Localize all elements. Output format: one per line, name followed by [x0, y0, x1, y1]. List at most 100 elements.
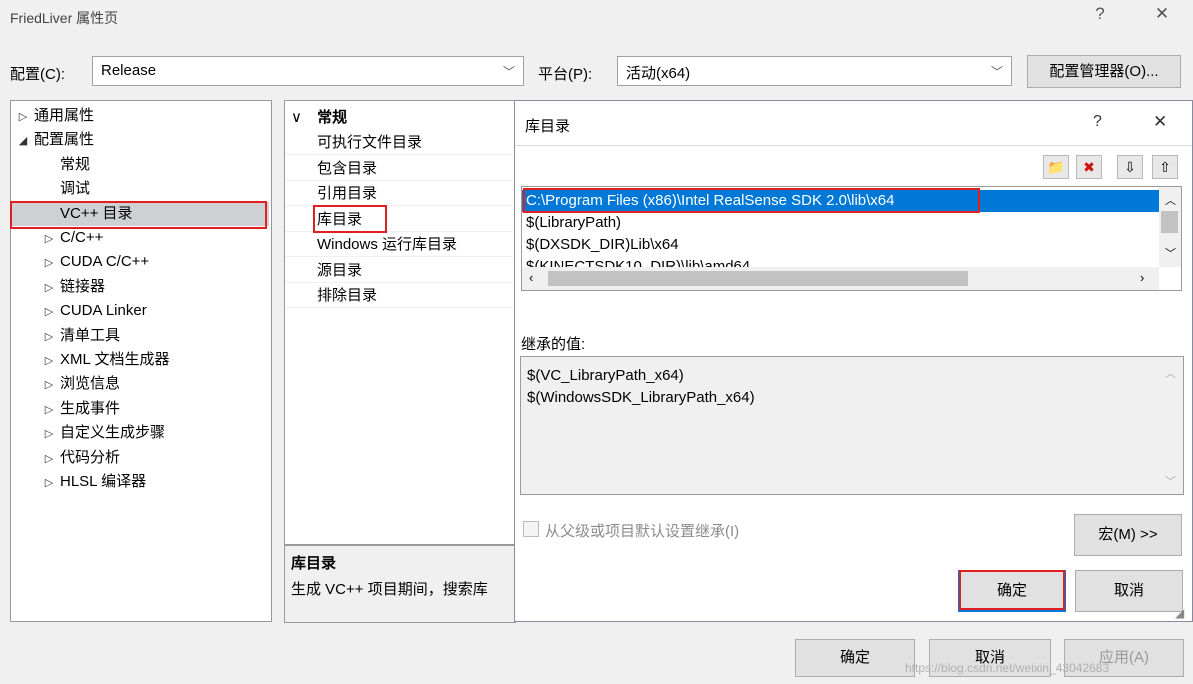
expand-triangle-icon[interactable]: ▷: [41, 373, 57, 397]
prop-item[interactable]: 库目录: [285, 207, 513, 232]
tree-item[interactable]: ◢ 配置属性: [11, 128, 269, 152]
tree-item-label: HLSL 编译器: [60, 473, 147, 490]
expand-triangle-icon[interactable]: ▷: [41, 251, 57, 275]
delete-icon[interactable]: ✖: [1076, 155, 1102, 179]
expand-triangle-icon[interactable]: ◢: [15, 129, 31, 153]
props-panel: ∨ 常规 可执行文件目录 包含目录 引用目录库目录 Windows 运行库目录源目录排…: [284, 100, 516, 545]
expand-triangle-icon[interactable]: ▷: [41, 325, 57, 349]
description-panel: 库目录 生成 VC++ 项目期间，搜索库: [284, 545, 516, 623]
move-down-icon[interactable]: ⇩: [1117, 155, 1143, 179]
expand-triangle-icon[interactable]: ▷: [41, 447, 57, 471]
prop-item[interactable]: 包含目录: [285, 156, 513, 181]
scrollbar-thumb[interactable]: [1161, 211, 1178, 233]
tree-item-label: 自定义生成步骤: [60, 424, 166, 442]
chevron-down-icon: ﹀: [990, 65, 1003, 79]
window-title: FriedLiver 属性页: [10, 10, 119, 26]
dialog-ok-button[interactable]: 确定: [958, 570, 1066, 612]
tree-item-label: CUDA C/C++: [60, 253, 150, 271]
tree-item[interactable]: ▷ 通用属性: [11, 104, 269, 128]
tree-item-label: 配置属性: [34, 131, 95, 149]
tree-item-label: 生成事件: [60, 399, 121, 417]
inherit-checkbox[interactable]: [523, 521, 539, 537]
inherited-value: $(WindowsSDK_LibraryPath_x64): [527, 389, 755, 406]
prop-item-label: Windows 运行库目录: [317, 236, 458, 253]
tree-item[interactable]: ▷ C/C++: [11, 226, 269, 250]
expand-triangle-icon[interactable]: ▷: [15, 105, 31, 129]
inherited-label: 继承的值:: [521, 336, 586, 353]
horizontal-scrollbar[interactable]: ‹ ›: [522, 267, 1159, 290]
dialog-help-button[interactable]: ?: [1093, 113, 1102, 131]
prop-item-label: 库目录: [317, 210, 363, 228]
expand-triangle-icon[interactable]: ▷: [41, 422, 57, 446]
inherit-checkbox-label: 从父级或项目默认设置继承(I): [545, 523, 740, 540]
tree-item-label: C/C++: [60, 229, 104, 246]
help-button[interactable]: ?: [1085, 4, 1115, 24]
tree-item[interactable]: ▷ 清单工具: [11, 324, 269, 348]
tree-item-label: 调试: [60, 180, 91, 198]
expand-triangle-icon[interactable]: ▷: [41, 349, 57, 373]
expand-triangle-icon[interactable]: ▷: [41, 276, 57, 300]
expand-triangle-icon[interactable]: ▷: [41, 398, 57, 422]
tree-item-label: 链接器: [60, 277, 106, 295]
prop-item[interactable]: 可执行文件目录: [285, 130, 513, 155]
prop-item[interactable]: 引用目录: [285, 181, 513, 206]
tree-item-label: 常规: [60, 155, 91, 173]
tree-item[interactable]: VC++ 目录: [11, 201, 269, 226]
macro-button[interactable]: 宏(M) >>: [1074, 514, 1182, 556]
dialog-close-button[interactable]: ✕: [1153, 112, 1167, 132]
chevron-left-icon[interactable]: ‹: [529, 270, 533, 285]
tree-item[interactable]: ▷ XML 文档生成器: [11, 348, 269, 372]
move-up-icon[interactable]: ⇧: [1152, 155, 1178, 179]
description-text: 生成 VC++ 项目期间，搜索库: [291, 581, 488, 598]
tree-item[interactable]: ▷ 生成事件: [11, 397, 269, 421]
tree-item-label: CUDA Linker: [60, 302, 147, 320]
expand-triangle-icon[interactable]: ▷: [41, 471, 57, 495]
lib-dir-list[interactable]: C:\Program Files (x86)\Intel RealSense S…: [521, 186, 1182, 291]
tree-panel: ▷ 通用属性 ◢ 配置属性 常规 调试 VC++ 目录 ▷ C/C++ ▷ CUDA C/C++ ▷ 链…: [10, 100, 272, 622]
dialog-title: 库目录: [525, 118, 571, 135]
dialog-divider: [515, 145, 1192, 146]
tree-item[interactable]: ▷ 代码分析: [11, 446, 269, 470]
chevron-up-icon[interactable]: ︿: [1165, 192, 1176, 208]
props-group-header[interactable]: ∨ 常规: [291, 106, 347, 127]
expand-triangle-icon[interactable]: ▷: [41, 300, 57, 324]
new-folder-icon[interactable]: 📁: [1043, 155, 1069, 179]
chevron-right-icon[interactable]: ›: [1140, 270, 1144, 285]
watermark: https://blog.csdn.net/weixin_43042683: [905, 661, 1110, 675]
tree-item-label: 代码分析: [60, 448, 121, 466]
close-button[interactable]: ✕: [1147, 4, 1177, 24]
description-title: 库目录: [291, 555, 337, 572]
props-group-label: 常规: [317, 109, 348, 126]
expand-triangle-icon[interactable]: ▷: [41, 227, 57, 251]
platform-select[interactable]: 活动(x64) ﹀: [617, 56, 1012, 86]
ok-button[interactable]: 确定: [795, 639, 915, 677]
lib-dir-entry[interactable]: C:\Program Files (x86)\Intel RealSense S…: [522, 190, 1159, 212]
tree-item[interactable]: ▷ CUDA Linker: [11, 299, 269, 323]
chevron-down-icon[interactable]: ﹀: [1165, 245, 1176, 261]
config-manager-button[interactable]: 配置管理器(O)...: [1027, 55, 1181, 88]
prop-item[interactable]: Windows 运行库目录: [285, 232, 513, 257]
tree-item-label: 浏览信息: [60, 375, 121, 393]
chevron-down-icon: ﹀: [502, 65, 515, 79]
prop-item[interactable]: 源目录: [285, 258, 513, 283]
platform-label: 平台(P):: [538, 66, 593, 83]
tree-item[interactable]: 调试: [11, 177, 269, 201]
vertical-scrollbar[interactable]: ︿ ﹀: [1159, 187, 1181, 267]
config-select[interactable]: Release ﹀: [92, 56, 524, 86]
lib-dir-entry[interactable]: $(DXSDK_DIR)Lib\x64: [522, 234, 1159, 256]
inherited-value: $(VC_LibraryPath_x64): [527, 367, 684, 384]
prop-item[interactable]: 排除目录: [285, 283, 513, 308]
chevron-down-icon: ∨: [291, 109, 302, 126]
chevron-up-icon: ︿: [1165, 368, 1176, 380]
tree-item[interactable]: ▷ 浏览信息: [11, 372, 269, 396]
lib-dir-entry[interactable]: $(LibraryPath): [522, 212, 1159, 234]
resize-grip-icon[interactable]: ◢: [1175, 606, 1184, 620]
scrollbar-thumb[interactable]: [548, 271, 968, 286]
dialog-cancel-button[interactable]: 取消: [1075, 570, 1183, 612]
tree-item[interactable]: ▷ HLSL 编译器: [11, 470, 269, 494]
tree-item[interactable]: 常规: [11, 153, 269, 177]
tree-item[interactable]: ▷ 自定义生成步骤: [11, 421, 269, 445]
tree-item[interactable]: ▷ CUDA C/C++: [11, 250, 269, 274]
lib-dir-entries: C:\Program Files (x86)\Intel RealSense S…: [522, 190, 1159, 268]
tree-item[interactable]: ▷ 链接器: [11, 275, 269, 299]
